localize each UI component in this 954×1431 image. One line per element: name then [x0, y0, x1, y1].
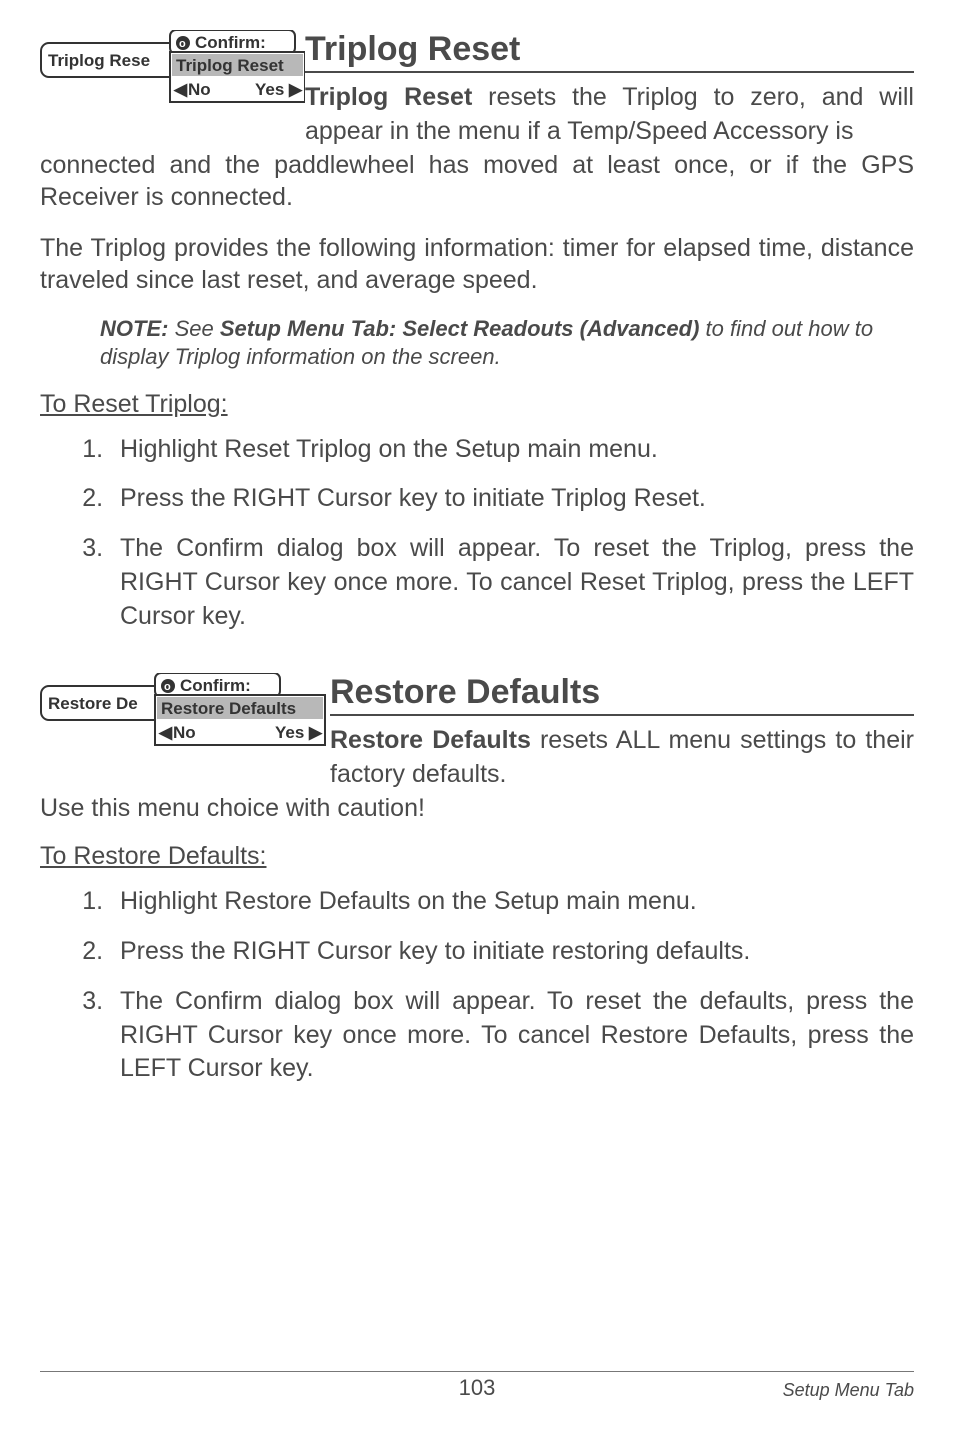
svg-text:◀: ◀ [158, 723, 173, 742]
restore-defaults-graphic: Restore De o Confirm: Restore Defaults ◀… [40, 673, 330, 753]
restore-steps: Highlight Restore Defaults on the Setup … [110, 885, 914, 1086]
triplog-title: Triplog Reset [305, 30, 914, 73]
triplog-reset-graphic: Triplog Rese o Confirm: Triplog Reset ◀ … [40, 30, 305, 110]
svg-text:Restore Defaults: Restore Defaults [161, 699, 296, 718]
triplog-continuation: connected and the paddlewheel has moved … [40, 149, 914, 214]
list-item: The Confirm dialog box will appear. To r… [110, 985, 914, 1086]
svg-text:o: o [164, 681, 171, 693]
svg-text:◀: ◀ [173, 80, 188, 99]
svg-text:▶: ▶ [308, 723, 323, 742]
svg-text:Confirm:: Confirm: [180, 676, 251, 695]
header-text: Triplog Reset Triplog Reset resets the T… [305, 30, 914, 149]
restore-title: Restore Defaults [330, 673, 914, 716]
triplog-intro: Triplog Reset resets the Triplog to zero… [305, 81, 914, 149]
list-item: Highlight Reset Triplog on the Setup mai… [110, 433, 914, 467]
svg-text:Triplog Reset: Triplog Reset [176, 56, 284, 75]
triplog-steps: Highlight Reset Triplog on the Setup mai… [110, 433, 914, 634]
triplog-note: NOTE: See Setup Menu Tab: Select Readout… [100, 315, 914, 372]
svg-text:No: No [188, 80, 211, 99]
back-label: Triplog Rese [48, 51, 150, 70]
list-item: Press the RIGHT Cursor key to initiate r… [110, 935, 914, 969]
svg-text:No: No [173, 723, 196, 742]
triplog-para2: The Triplog provides the following infor… [40, 232, 914, 297]
page-footer: 103 Setup Menu Tab [40, 1371, 914, 1401]
section-triplog-reset: Triplog Rese o Confirm: Triplog Reset ◀ … [40, 30, 914, 633]
list-item: Highlight Restore Defaults on the Setup … [110, 885, 914, 919]
header-row-2: Restore De o Confirm: Restore Defaults ◀… [40, 673, 914, 792]
list-item: The Confirm dialog box will appear. To r… [110, 532, 914, 633]
svg-text:Restore De: Restore De [48, 694, 138, 713]
svg-text:Confirm:: Confirm: [195, 33, 266, 52]
svg-text:Yes: Yes [255, 80, 284, 99]
header-text-2: Restore Defaults Restore Defaults resets… [330, 673, 914, 792]
triplog-subhead: To Reset Triplog: [40, 390, 914, 419]
restore-intro: Restore Defaults resets ALL menu setting… [330, 724, 914, 792]
list-item: Press the RIGHT Cursor key to initiate T… [110, 482, 914, 516]
header-row: Triplog Rese o Confirm: Triplog Reset ◀ … [40, 30, 914, 149]
footer-label: Setup Menu Tab [783, 1380, 914, 1401]
svg-text:▶: ▶ [288, 80, 303, 99]
svg-text:Yes: Yes [275, 723, 304, 742]
svg-text:o: o [179, 38, 186, 50]
section-restore-defaults: Restore De o Confirm: Restore Defaults ◀… [40, 673, 914, 1086]
restore-para2: Use this menu choice with caution! [40, 792, 914, 825]
restore-subhead: To Restore Defaults: [40, 842, 914, 871]
page-number: 103 [459, 1375, 496, 1401]
